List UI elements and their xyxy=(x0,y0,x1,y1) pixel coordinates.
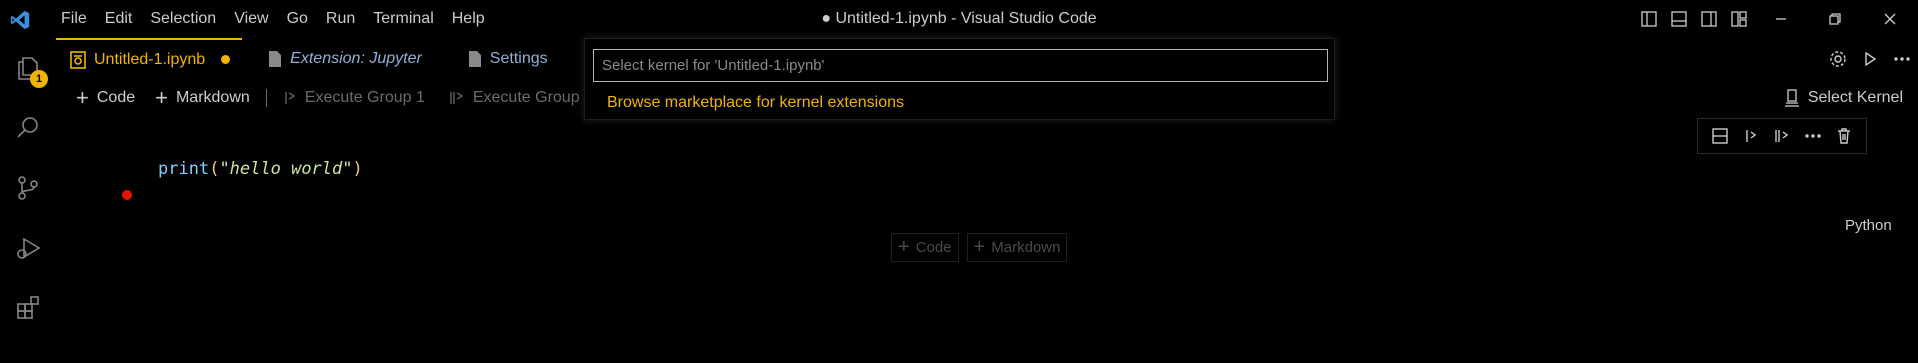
window-controls xyxy=(1634,0,1918,38)
kernel-icon xyxy=(1784,89,1799,107)
execute-group-2-button[interactable]: Execute Group xyxy=(441,84,588,112)
minimize-icon xyxy=(1776,18,1786,20)
restore-icon xyxy=(1829,13,1841,25)
execute-below-icon xyxy=(1775,130,1789,142)
code-paren-open: ( xyxy=(209,159,220,179)
execute-below-button[interactable] xyxy=(1769,123,1795,149)
select-kernel-label: Select Kernel xyxy=(1807,89,1903,106)
execute-group-1-label: Execute Group 1 xyxy=(304,89,425,106)
restore-button[interactable] xyxy=(1808,0,1862,38)
file-icon xyxy=(269,50,282,67)
code-paren-close: ) xyxy=(352,159,363,179)
code-string: "hello world" xyxy=(219,159,353,179)
kernel-quick-pick: Browse marketplace for kernel extensions xyxy=(584,38,1335,120)
insert-markdown-label: Markdown xyxy=(991,239,1061,256)
tab-untitled-notebook[interactable]: Untitled-1.ipynb xyxy=(56,38,243,79)
secondary-sidebar-layout-icon xyxy=(1701,11,1717,27)
execute-above-button[interactable] xyxy=(1738,123,1764,149)
tab-label: Settings xyxy=(489,49,548,67)
cell-more-actions-button[interactable] xyxy=(1800,123,1826,149)
customize-layout-icon xyxy=(1731,11,1747,27)
insert-markdown-cell-button[interactable]: + Markdown xyxy=(966,233,1068,262)
title-bar: File Edit Selection View Go Run Terminal… xyxy=(0,0,1918,38)
extensions-icon xyxy=(17,296,39,319)
add-markdown-label: Markdown xyxy=(175,89,250,106)
source-control-button[interactable] xyxy=(0,160,56,216)
toolbar-separator xyxy=(265,89,267,107)
add-code-label: Code xyxy=(96,89,136,106)
browse-marketplace-item[interactable]: Browse marketplace for kernel extensions xyxy=(607,94,904,112)
minimize-button[interactable] xyxy=(1754,0,1808,38)
plus-icon: + xyxy=(973,236,986,258)
more-actions-button[interactable] xyxy=(1886,38,1918,79)
tab-extension-jupyter[interactable]: Extension: Jupyter xyxy=(242,38,434,79)
sidebar-layout-icon xyxy=(1641,11,1657,27)
execute-group-icon xyxy=(450,92,464,104)
run-all-button[interactable] xyxy=(1854,38,1886,79)
gear-icon xyxy=(1830,50,1846,67)
file-icon xyxy=(468,50,481,67)
insert-cell-row: + Code + Markdown xyxy=(891,233,1075,262)
explorer-button[interactable]: 1 xyxy=(0,40,56,96)
toggle-panel-button[interactable] xyxy=(1664,0,1694,38)
search-icon xyxy=(17,117,38,138)
menu-selection[interactable]: Selection xyxy=(141,0,225,38)
unsaved-dot-icon[interactable] xyxy=(221,55,231,64)
menu-view[interactable]: View xyxy=(225,0,277,38)
split-cell-icon xyxy=(1711,128,1728,144)
toggle-primary-sidebar-button[interactable] xyxy=(1634,0,1664,38)
trash-icon xyxy=(1838,128,1851,144)
close-window-button[interactable] xyxy=(1862,0,1918,38)
customize-layout-button[interactable] xyxy=(1724,0,1754,38)
insert-code-label: Code xyxy=(915,239,952,256)
close-icon xyxy=(1884,13,1896,25)
vscode-logo-icon xyxy=(10,10,30,30)
insert-code-cell-button[interactable]: + Code xyxy=(891,233,959,262)
plus-icon: + xyxy=(898,236,910,258)
extensions-button[interactable] xyxy=(0,280,56,336)
source-control-icon xyxy=(18,176,38,200)
tab-settings[interactable]: Settings xyxy=(434,38,560,79)
menu-terminal[interactable]: Terminal xyxy=(364,0,442,38)
cell-language-indicator[interactable]: Python xyxy=(1845,217,1892,234)
editor-tabs: Untitled-1.ipynb Extension: Jupyter Sett… xyxy=(56,38,560,79)
search-view-button[interactable] xyxy=(0,100,56,156)
more-icon xyxy=(1805,134,1821,138)
notebook-icon xyxy=(70,50,86,69)
cell-status-dot-icon xyxy=(122,190,132,200)
execute-group-2-label: Execute Group xyxy=(472,89,580,106)
more-icon xyxy=(1894,56,1910,61)
menu-file[interactable]: File xyxy=(52,0,96,38)
code-function: print xyxy=(158,159,210,179)
kernel-search-input[interactable] xyxy=(593,49,1328,82)
add-markdown-cell-button[interactable]: + Markdown xyxy=(147,84,258,112)
delete-cell-button[interactable] xyxy=(1831,123,1857,149)
menu-run[interactable]: Run xyxy=(317,0,364,38)
menu-bar: File Edit Selection View Go Run Terminal… xyxy=(52,0,494,38)
execute-group-icon xyxy=(285,92,296,104)
menu-edit[interactable]: Edit xyxy=(96,0,142,38)
plus-icon: + xyxy=(76,85,89,110)
menu-go[interactable]: Go xyxy=(278,0,317,38)
explorer-badge: 1 xyxy=(30,70,48,88)
toggle-secondary-sidebar-button[interactable] xyxy=(1694,0,1724,38)
panel-layout-icon xyxy=(1671,11,1687,27)
cell-toolbar xyxy=(1697,118,1867,154)
run-debug-button[interactable] xyxy=(0,220,56,276)
tab-label: Untitled-1.ipynb xyxy=(94,50,206,68)
tab-label: Extension: Jupyter xyxy=(290,49,422,67)
split-cell-button[interactable] xyxy=(1707,123,1733,149)
execute-group-1-button[interactable]: Execute Group 1 xyxy=(275,84,433,112)
activity-bar: 1 xyxy=(0,38,56,363)
play-icon xyxy=(1865,51,1877,66)
configure-button[interactable] xyxy=(1822,38,1854,79)
execute-above-icon xyxy=(1746,130,1756,142)
code-cell-editor[interactable]: print("hello world") xyxy=(158,159,363,179)
run-debug-icon xyxy=(17,237,41,259)
editor-actions xyxy=(1822,38,1918,79)
menu-help[interactable]: Help xyxy=(443,0,494,38)
select-kernel-button[interactable]: Select Kernel xyxy=(1784,79,1903,117)
plus-icon: + xyxy=(155,85,168,110)
add-code-cell-button[interactable]: + Code xyxy=(68,84,143,112)
